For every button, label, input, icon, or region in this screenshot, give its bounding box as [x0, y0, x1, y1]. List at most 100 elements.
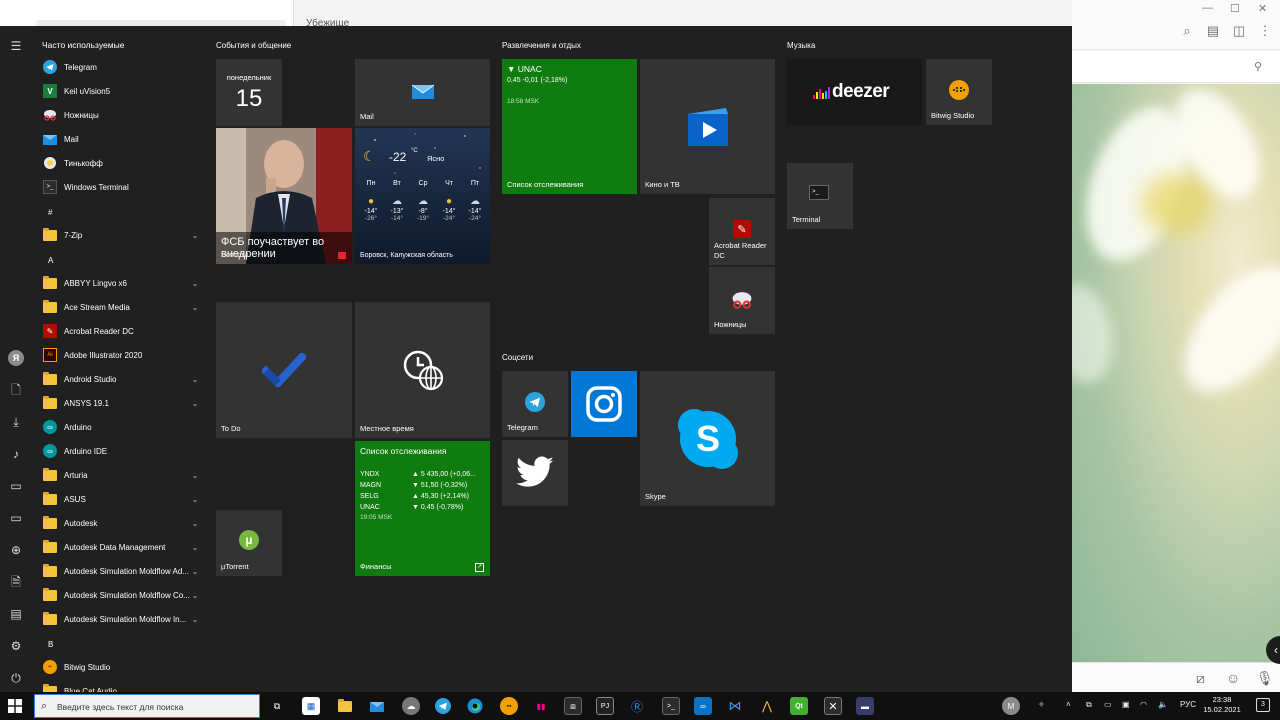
app-item-windows-terminal[interactable]: >_ Windows Terminal	[36, 176, 208, 198]
app-item-7-zip[interactable]: 7-Zip ⌄	[36, 224, 208, 246]
chevron-down-icon[interactable]: ⌄	[190, 519, 200, 528]
network-icon[interactable]: ◠	[1140, 700, 1147, 709]
app-item-android-studio[interactable]: Android Studio ⌄	[36, 368, 208, 390]
emoji-icon[interactable]: ☺	[1226, 670, 1240, 686]
pin-icon[interactable]: ⚲	[1254, 60, 1262, 73]
group-title-events[interactable]: События и общение	[216, 41, 291, 50]
terminal-taskbar-icon[interactable]: >_	[662, 697, 680, 715]
videos-icon[interactable]: ▭	[8, 510, 24, 526]
battery-icon[interactable]: ▭	[1104, 700, 1112, 709]
notification-center-icon[interactable]: 3	[1256, 698, 1270, 712]
bitwig-taskbar-icon[interactable]: ▪▪	[500, 697, 518, 715]
bird-app-icon[interactable]: ☁	[402, 697, 420, 715]
hamburger-icon[interactable]: ☰	[8, 38, 24, 54]
telegram-taskbar-icon[interactable]	[434, 697, 452, 715]
app-item-autodesk-simulation-moldflow-in-[interactable]: Autodesk Simulation Moldflow In... ⌄	[36, 608, 208, 630]
terminal-tile[interactable]: >_ Terminal	[787, 163, 853, 229]
app-item-arduino-ide[interactable]: ∞ Arduino IDE	[36, 440, 208, 462]
letter-header-b[interactable]: B	[48, 640, 53, 649]
chevron-down-icon[interactable]: ⌄	[190, 279, 200, 288]
file-explorer-icon[interactable]: ▤	[8, 606, 24, 622]
tray-chevron-icon[interactable]: ˄	[1066, 700, 1071, 709]
volume-icon[interactable]: 🔈	[1158, 700, 1168, 709]
chevron-down-icon[interactable]: ⌄	[190, 615, 200, 624]
chevron-down-icon[interactable]: ⌄	[190, 399, 200, 408]
app-item-ace-stream-media[interactable]: Ace Stream Media ⌄	[36, 296, 208, 318]
group-title-social[interactable]: Соцсети	[502, 353, 533, 362]
onedrive-icon[interactable]: ⧉	[1086, 700, 1092, 710]
edge-icon[interactable]	[466, 697, 484, 715]
comments-icon[interactable]: ▤	[1206, 24, 1220, 38]
file-explorer-icon[interactable]	[336, 697, 354, 715]
weather-tile[interactable]: ☾ -22 °C Ясно Пн ● -14° -26° Вт ☁ -13° -14° Ср ☁ -…	[355, 128, 490, 264]
mail-icon[interactable]	[368, 697, 386, 715]
finance-tile[interactable]: Список отслеживания YNDX ▲ 5 435,00 (+0,0…	[355, 441, 490, 576]
personal-folder-icon[interactable]: 🗎	[8, 574, 24, 590]
stock-watchlist-tile[interactable]: ▼ UNAC 0,45 -0,01 (-2,18%) 18:58 MSK Спи…	[502, 59, 637, 194]
qt-icon[interactable]: Qt	[790, 697, 808, 715]
app-item-acrobat-reader-dc[interactable]: ✎ Acrobat Reader DC	[36, 320, 208, 342]
downloads-icon[interactable]: ⤓	[8, 414, 24, 430]
store-icon[interactable]: ▦	[302, 697, 320, 715]
local-time-tile[interactable]: Местное время	[355, 302, 490, 438]
group-title-entertainment[interactable]: Развлечения и отдых	[502, 41, 581, 50]
deezer-taskbar-icon[interactable]: ▮▮	[532, 697, 550, 715]
chevron-down-icon[interactable]: ⌄	[190, 495, 200, 504]
user-avatar[interactable]: Я	[8, 350, 24, 366]
chevron-down-icon[interactable]: ⌄	[190, 591, 200, 600]
language-indicator[interactable]: РУС	[1180, 700, 1196, 709]
app-item-autodesk[interactable]: Autodesk ⌄	[36, 512, 208, 534]
group-title-music[interactable]: Музыка	[787, 41, 815, 50]
snipping-tile[interactable]: Ножницы	[709, 267, 775, 334]
utorrent-tile[interactable]: µ µTorrent	[216, 510, 282, 576]
windows-start-button[interactable]	[8, 699, 22, 713]
close-button[interactable]: ✕	[1258, 2, 1267, 15]
todo-tile[interactable]: To Do	[216, 302, 352, 438]
app-item-snipping[interactable]: Ножницы	[36, 104, 208, 126]
deezer-tile[interactable]: deezer	[787, 59, 922, 125]
app-item-telegram[interactable]: Telegram	[36, 56, 208, 78]
twitter-tile[interactable]	[502, 440, 568, 506]
display-icon[interactable]: ▣	[1122, 700, 1130, 709]
network-icon[interactable]: ⊕	[8, 542, 24, 558]
sidebar-icon[interactable]: ◫	[1232, 24, 1246, 38]
vscode-icon[interactable]: ⋈	[726, 697, 744, 715]
taskbar-search-box[interactable]: ⌕	[34, 694, 260, 718]
acrobat-tile[interactable]: ✎ Acrobat Reader DC	[709, 198, 775, 265]
letter-header-a[interactable]: A	[48, 256, 53, 265]
app-item-ansys-19-1[interactable]: ANSYS 19.1 ⌄	[36, 392, 208, 414]
arduino-taskbar-icon[interactable]: ∞	[694, 697, 712, 715]
taskbar-search-input[interactable]	[57, 699, 253, 714]
altium-icon[interactable]: ⋀	[758, 697, 776, 715]
chevron-down-icon[interactable]: ⌄	[190, 543, 200, 552]
app-item-mail[interactable]: Mail	[36, 128, 208, 150]
bitwig-tile[interactable]: Bitwig Studio	[926, 59, 992, 125]
app-item-autodesk-simulation-moldflow-ad-[interactable]: Autodesk Simulation Moldflow Ad... ⌄	[36, 560, 208, 582]
taskbar-clock[interactable]: 23:38 15.02.2021	[1200, 695, 1244, 715]
microphone-icon[interactable]: 🎙	[1256, 670, 1274, 687]
instagram-tile[interactable]	[571, 371, 637, 437]
search-icon[interactable]: ⌕	[1180, 24, 1194, 38]
more-icon[interactable]: ⋮	[1258, 24, 1272, 38]
skype-tile[interactable]: S Skype	[640, 371, 775, 506]
power-icon[interactable]: ⏻	[8, 670, 24, 686]
chevron-down-icon[interactable]: ⌄	[190, 471, 200, 480]
taskbar-avatar[interactable]: M	[1002, 697, 1020, 715]
music-icon[interactable]: ♪	[8, 446, 24, 462]
app-item-arduino[interactable]: ∞ Arduino	[36, 416, 208, 438]
app-item-adobe-illustrator-2020[interactable]: Ai Adobe Illustrator 2020	[36, 344, 208, 366]
app-item-abbyy-lingvo-x6[interactable]: ABBYY Lingvo x6 ⌄	[36, 272, 208, 294]
news-tile[interactable]: ФСБ поучаствует во внедрении Новости	[216, 128, 352, 264]
snip-tool-icon[interactable]: ⧈	[564, 697, 582, 715]
app-item-bitwig-studio[interactable]: ▪▪ Bitwig Studio	[36, 656, 208, 678]
maximize-button[interactable]: ☐	[1230, 2, 1240, 15]
app-item-blue-cat-audio[interactable]: Blue Cat Audio ⌄	[36, 680, 208, 692]
app-item-autodesk-simulation-moldflow-co-[interactable]: Autodesk Simulation Moldflow Co... ⌄	[36, 584, 208, 606]
jetbrains-icon[interactable]: PJ	[596, 697, 614, 715]
telegram-tile[interactable]: Telegram	[502, 371, 568, 437]
calendar-tile[interactable]: понедельник 15	[216, 59, 282, 126]
chevron-down-icon[interactable]: ⌄	[190, 231, 200, 240]
app-item-asus[interactable]: ASUS ⌄	[36, 488, 208, 510]
letter-header-hash[interactable]: #	[48, 208, 52, 217]
vm-app-icon[interactable]: ▬	[856, 697, 874, 715]
